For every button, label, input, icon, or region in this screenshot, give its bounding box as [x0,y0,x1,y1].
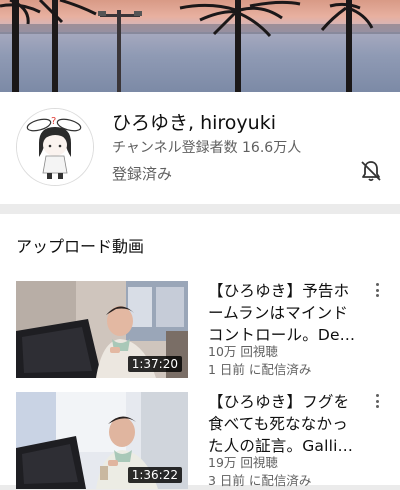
video-item[interactable]: 1:36:22 【ひろゆき】フグを 食べても死ななかっ た人の証言。Galli.… [16,392,384,490]
channel-name: ひろゆき, hiroyuki [112,112,276,134]
uploads-section: アップロード動画 1:37:20 【ひろゆき】予告ホ ームランはマインド コント… [0,214,400,489]
more-options-icon[interactable] [373,394,381,410]
subscribed-button[interactable]: 登録済み [112,163,172,184]
video-published-date: 1 日前 に配信済み [208,362,312,377]
bell-off-icon[interactable] [358,158,384,184]
video-views: 19万 回視聴 [208,455,278,470]
video-title[interactable]: 【ひろゆき】フグを 食べても死ななかっ た人の証言。Galli... [208,391,368,457]
video-item[interactable]: 1:37:20 【ひろゆき】予告ホ ームランはマインド コントロール。De...… [16,281,384,379]
section-title: アップロード動画 [16,237,145,256]
subscriber-count: チャンネル登録者数 16.6万人 [112,140,302,156]
section-divider [0,204,400,214]
video-thumbnail[interactable]: 1:37:20 [16,281,188,378]
channel-avatar[interactable]: ? [16,108,94,186]
channel-header: ? ひろゆき, hiroyuki チャンネル登録者数 16.6万人 登録済み [0,92,400,204]
video-duration: 1:36:22 [127,467,182,483]
video-views: 10万 回視聴 [208,344,278,359]
palm-trees-illustration [0,0,374,92]
svg-text:?: ? [51,116,56,127]
channel-banner [0,0,400,92]
video-duration: 1:37:20 [127,356,182,372]
bunny-ear-character-avatar-icon: ? [17,109,93,185]
video-thumbnail[interactable]: 1:36:22 [16,392,188,489]
video-published-date: 3 日前 に配信済み [208,473,312,488]
video-title[interactable]: 【ひろゆき】予告ホ ームランはマインド コントロール。De... [208,280,368,346]
more-options-icon[interactable] [373,283,381,299]
